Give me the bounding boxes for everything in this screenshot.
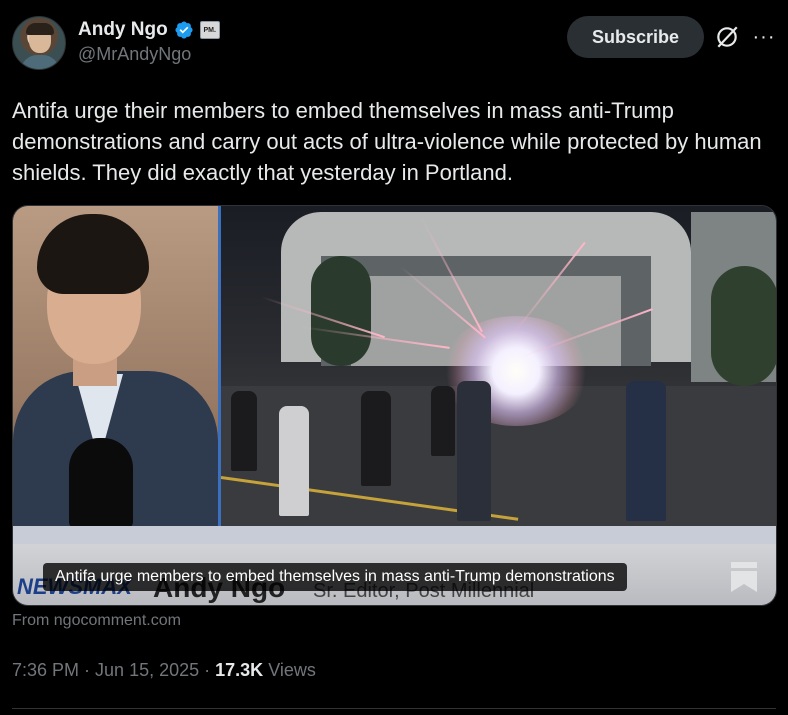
person-figure (626, 381, 666, 521)
meta-separator: · (199, 660, 216, 680)
person-figure (279, 406, 309, 516)
grok-icon[interactable] (714, 24, 740, 50)
more-options-icon[interactable]: ··· (752, 24, 776, 50)
presenter-hair (37, 214, 149, 294)
views-count[interactable]: 17.3K (215, 660, 263, 681)
affiliate-badge[interactable]: PM. (199, 21, 220, 39)
person-figure (231, 391, 257, 471)
avatar-shirt (21, 55, 59, 69)
person-figure (361, 391, 391, 486)
display-name[interactable]: Andy Ngo (78, 19, 168, 41)
tweet-time[interactable]: 7:36 PM (12, 660, 79, 681)
lower-third-bar (13, 526, 776, 544)
tree-left (311, 256, 371, 366)
person-figure (457, 381, 491, 521)
tweet-meta: 7:36 PM · Jun 15, 2025 · 17.3K Views (12, 660, 316, 681)
avatar[interactable] (12, 16, 66, 70)
street-scene-video (221, 206, 776, 526)
bookmark-icon[interactable] (729, 560, 759, 594)
presenter-video-panel (13, 206, 218, 528)
tweet-header: Andy Ngo PM. @MrAndyNgo Subscribe ··· (12, 14, 776, 74)
source-link[interactable]: From ngocomment.com (12, 612, 181, 630)
views-label: Views (263, 660, 316, 680)
media-caption: Antifa urge members to embed themselves … (43, 563, 627, 591)
name-row: Andy Ngo PM. (78, 18, 220, 42)
tweet-text: Antifa urge their members to embed thems… (12, 98, 762, 185)
meta-separator: · (79, 660, 96, 680)
microphone (69, 438, 133, 528)
subscribe-button[interactable]: Subscribe (567, 16, 704, 58)
verified-badge-icon[interactable] (174, 20, 194, 40)
tree-right (711, 266, 776, 386)
user-handle[interactable]: @MrAndyNgo (78, 44, 191, 65)
tweet-date[interactable]: Jun 15, 2025 (95, 660, 199, 681)
media-card[interactable]: NEWSMAX Andy Ngo Sr. Editor, Post Millen… (12, 205, 777, 606)
divider (12, 708, 776, 709)
person-figure (431, 386, 455, 456)
avatar-hair (26, 23, 54, 35)
